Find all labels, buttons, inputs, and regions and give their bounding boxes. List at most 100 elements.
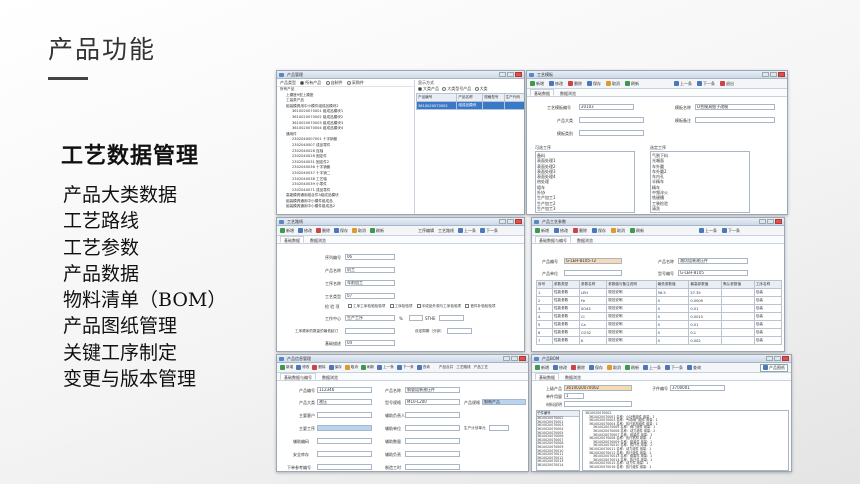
remark-input[interactable]: 04 [345,340,395,346]
product-unit-input[interactable] [564,270,622,276]
close-button[interactable] [515,72,522,77]
add-button[interactable]: 新增 [535,365,549,371]
grid-header[interactable]: 生产代码 [503,93,524,102]
model-spec-input[interactable]: M10-L200 [405,399,460,405]
grid-header[interactable]: 规格型号 [482,93,505,102]
template-name-input[interactable]: D合模具胎子改模 [695,104,775,110]
table-row[interactable]: 5 性能参数 Ca 规范说明 0 0.01 包装 [536,320,783,329]
list-item[interactable]: 3610020070014 [537,463,579,468]
product-spec-input[interactable]: 钢制产品 [482,399,526,405]
add-button[interactable]: 新增 [280,228,294,234]
safety-stock-input[interactable] [317,451,372,457]
grid-header[interactable]: 产品编号 [415,93,458,102]
radio-purchased[interactable] [346,81,351,85]
maximize-button[interactable] [507,219,514,224]
delete-button[interactable]: 删除 [571,365,585,371]
table-row[interactable]: 3610020070002 组成品模块 [415,101,524,110]
sub-part-list[interactable]: 子件编号 3610020070002 3610020070001 3610020… [536,410,580,471]
unit-usage-input[interactable]: 1 [564,393,584,399]
selected-ops-list[interactable]: 气割下料 光端面 车外圆 车外圆2 车内孔 半精车 精车 中频淬火 铣键槽 工装… [650,151,750,213]
tab-data-browse[interactable]: 数据浏览 [318,373,342,380]
maximize-button[interactable] [511,356,518,361]
template-no-input[interactable]: 20103 [579,104,634,110]
assistant-responsible-input[interactable] [405,451,460,457]
radio-category-model-product[interactable] [442,87,447,91]
refresh-button[interactable]: 刷新 [625,81,639,87]
next-button[interactable]: 下一条 [697,81,715,87]
checkbox[interactable] [348,304,352,308]
cancel-button[interactable]: 取消 [344,365,358,370]
bom-tree[interactable]: 3610020070002 3610020070001 名称：小功率组件 用量：… [582,410,789,471]
next-button[interactable]: 下一条 [396,365,414,370]
grid-header[interactable]: 工序名称 [753,280,783,289]
query-button[interactable]: 查询 [687,365,701,371]
checkbox[interactable] [389,304,394,308]
delete-button[interactable]: 删除 [312,365,326,370]
tab-basic-data[interactable]: 基础数据 [535,373,559,380]
grid-header[interactable]: 参数名称 [578,280,608,289]
template-category-select[interactable] [579,130,644,136]
edit-button[interactable]: 修改 [554,228,568,234]
refresh-button[interactable]: 刷新 [625,365,639,371]
product-drawing-button[interactable]: 产品图纸 [760,363,788,372]
route-button[interactable]: 工艺路线 [456,365,470,370]
list-item[interactable]: 清洗 [652,206,748,211]
sequence-no-input[interactable]: 06 [345,254,395,260]
previous-button[interactable]: 上一条 [643,365,661,371]
close-button[interactable] [778,72,785,77]
delete-button[interactable]: 删除 [573,228,587,234]
tab-data-browse[interactable]: 数据浏览 [561,373,585,380]
assistant-code-input[interactable] [317,438,372,444]
refresh-button[interactable]: 刷新 [360,365,374,370]
exit-button[interactable]: 退出 [720,81,734,87]
std-input[interactable] [409,315,423,321]
radio-category[interactable] [474,87,479,91]
parent-product-input[interactable]: 3610020070002 [564,385,632,391]
close-button[interactable] [775,219,782,224]
previous-button[interactable]: 上一条 [458,228,476,234]
minimize-button[interactable] [499,72,506,77]
product-category-select[interactable] [579,117,644,123]
next-button[interactable]: 下一条 [665,365,683,371]
query-button[interactable]: 查询 [416,365,430,370]
product-process-button[interactable]: 产品工艺 [474,365,488,370]
edit-button[interactable]: 修改 [553,365,567,371]
available-ops-list[interactable]: 备料 表面处理1 表面处理2 表面处理3 表面处理4 热处理 粗车 外协 生产加… [535,151,635,213]
previous-button[interactable]: 上一条 [674,81,692,87]
refresh-button[interactable]: 刷新 [370,228,384,234]
merge-button[interactable]: 产品合并 [439,365,453,370]
product-name-input[interactable]: 机工 [345,267,395,273]
table-row[interactable]: 7 性能参数 K 规范说明 0 0.002 包装 [536,336,783,345]
process-type-input[interactable]: 07 [345,293,395,299]
table-row[interactable]: 4 性能参数 Cl 规范说明 0 0.0015 包装 [536,312,783,321]
radio-category-product[interactable] [418,87,422,91]
model-no-input[interactable]: G-LEH-8105 [678,270,748,276]
list-item[interactable]: 生产加工3 [537,206,633,211]
minimize-button[interactable] [503,356,510,361]
previous-button[interactable]: 上一条 [699,228,717,234]
minimize-button[interactable] [759,219,766,224]
cancel-button[interactable]: 取消 [611,228,625,234]
table-row[interactable]: 1 性能参数 LEH 规范说明 56.5 57.35 包装 [536,288,783,297]
product-category-input[interactable]: 液压 [317,399,372,405]
delete-button[interactable]: 删除 [568,81,582,87]
checkbox[interactable] [465,304,470,308]
work-center-input[interactable]: 生产工序 [345,315,395,321]
minimize-button[interactable] [499,219,506,224]
add-button[interactable]: 新增 [535,228,549,234]
radio-all[interactable] [300,81,305,85]
save-button[interactable]: 保存 [587,81,601,87]
tab-basic-data[interactable]: 基础数据与编号 [535,236,571,243]
tab-data-browse[interactable]: 数据浏览 [556,89,580,96]
table-row[interactable]: 6 性能参数 CO32 规范说明 0 0.1 包装 [536,328,783,337]
product-tree[interactable]: 所有产品 上模座9型上模座 工装类产品 组装模具用中小模件组成品模块2 3610… [277,86,414,210]
assistant-owner-input[interactable] [405,412,460,418]
time-input[interactable] [447,328,472,334]
std-value-input[interactable] [439,315,464,321]
plan-input[interactable] [345,328,395,334]
save-button[interactable]: 保存 [592,228,606,234]
main-customer-input[interactable] [317,412,372,418]
delete-button[interactable]: 删除 [316,228,330,234]
maximize-button[interactable] [774,356,781,361]
product-no-input[interactable]: 112346 [317,387,372,393]
